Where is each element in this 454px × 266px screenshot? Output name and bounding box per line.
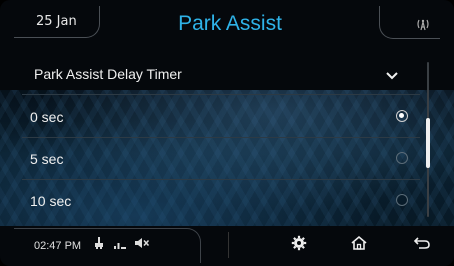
back-arrow-icon[interactable] (413, 235, 431, 255)
mute-icon (134, 235, 150, 254)
option-label: 10 sec (30, 193, 72, 209)
section-title: Park Assist Delay Timer (34, 66, 182, 82)
divider (22, 137, 420, 138)
home-icon[interactable] (350, 235, 368, 255)
radio-unselected[interactable] (396, 152, 408, 164)
divider (228, 232, 229, 258)
signal-bars-icon (113, 235, 127, 254)
divider (22, 94, 420, 95)
option-label: 0 sec (30, 109, 64, 125)
date-display: 25 Jan (14, 6, 100, 38)
option-0-sec[interactable]: 0 sec (22, 98, 420, 136)
clock: 02:47 PM (34, 240, 82, 252)
header: 25 Jan Park Assist (0, 0, 454, 52)
chevron-down-icon[interactable] (386, 67, 398, 83)
radio-unselected[interactable] (396, 194, 408, 206)
settings-gear-icon[interactable] (291, 235, 307, 255)
radio-selected[interactable] (396, 110, 408, 122)
delay-timer-header[interactable]: Park Assist Delay Timer (22, 55, 420, 93)
option-5-sec[interactable]: 5 sec (22, 140, 420, 178)
scrollbar-thumb[interactable] (426, 118, 430, 168)
option-label: 5 sec (30, 151, 64, 167)
page-title: Park Assist (178, 12, 282, 35)
option-10-sec[interactable]: 10 sec (22, 182, 420, 220)
connectivity-status (379, 6, 440, 39)
divider (22, 179, 420, 180)
park-assist-screen: 25 Jan Park Assist Park Assist Delay Tim… (0, 0, 454, 266)
wireless-signal-icon (416, 16, 430, 35)
footer-bar: 02:47 PM (0, 226, 454, 266)
usb-icon (93, 235, 105, 254)
